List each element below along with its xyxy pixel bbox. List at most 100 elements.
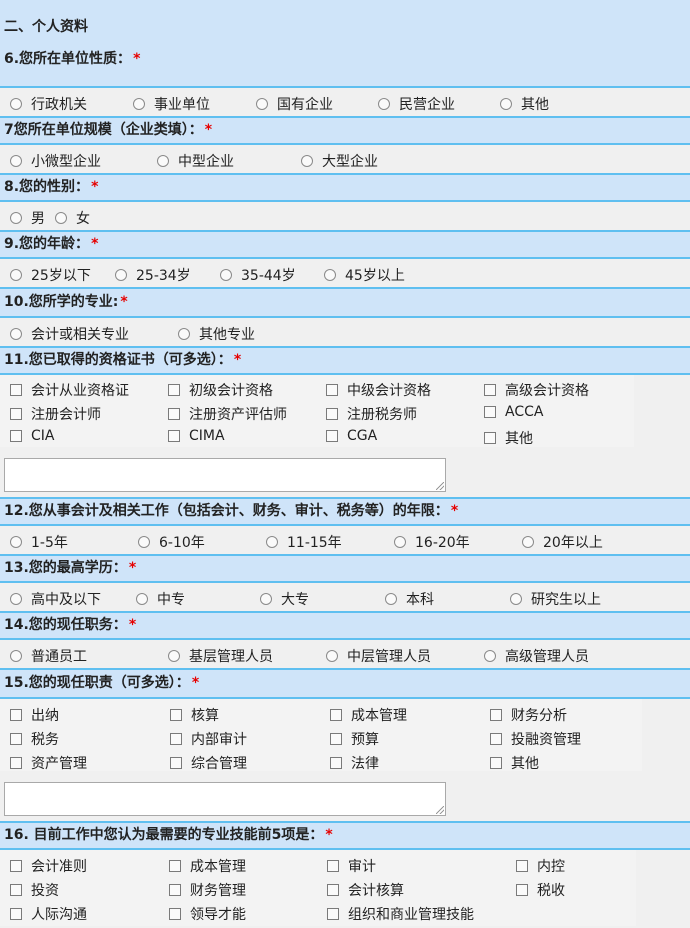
checkbox[interactable] — [170, 733, 182, 745]
radio-option[interactable]: 45岁以上 — [324, 265, 405, 285]
checkbox[interactable] — [516, 884, 528, 896]
radio-option[interactable]: 研究生以上 — [510, 589, 601, 609]
checkbox[interactable] — [326, 430, 338, 442]
checkbox[interactable] — [170, 709, 182, 721]
checkbox-option[interactable]: 初级会计资格 — [168, 380, 273, 400]
checkbox-option[interactable]: 其他 — [484, 428, 533, 448]
radio-button[interactable] — [301, 155, 313, 167]
radio-option[interactable]: 其他 — [500, 94, 549, 114]
checkbox-option[interactable]: 领导才能 — [169, 904, 246, 924]
checkbox[interactable] — [10, 384, 22, 396]
radio-button[interactable] — [522, 536, 534, 548]
resize-handle-icon[interactable] — [436, 482, 444, 490]
radio-button[interactable] — [10, 212, 22, 224]
checkbox-option[interactable]: 内控 — [516, 856, 565, 876]
radio-button[interactable] — [133, 98, 145, 110]
radio-option[interactable]: 本科 — [385, 589, 434, 609]
resize-handle-icon[interactable] — [436, 806, 444, 814]
checkbox[interactable] — [330, 709, 342, 721]
radio-option[interactable]: 11-15年 — [266, 532, 342, 552]
radio-button[interactable] — [378, 98, 390, 110]
checkbox[interactable] — [10, 709, 22, 721]
checkbox[interactable] — [330, 733, 342, 745]
checkbox-option[interactable]: 人际沟通 — [10, 904, 87, 924]
checkbox-option[interactable]: 税务 — [10, 729, 59, 749]
radio-option[interactable]: 普通员工 — [10, 646, 87, 666]
checkbox-option[interactable]: 审计 — [327, 856, 376, 876]
checkbox-option[interactable]: 会计核算 — [327, 880, 404, 900]
radio-option[interactable]: 1-5年 — [10, 532, 68, 552]
checkbox-option[interactable]: 法律 — [330, 753, 379, 773]
radio-button[interactable] — [385, 593, 397, 605]
checkbox[interactable] — [10, 908, 22, 920]
radio-option[interactable]: 国有企业 — [256, 94, 333, 114]
checkbox-option[interactable]: 成本管理 — [169, 856, 246, 876]
radio-option[interactable]: 其他专业 — [178, 324, 255, 344]
checkbox[interactable] — [169, 884, 181, 896]
radio-button[interactable] — [256, 98, 268, 110]
checkbox-option[interactable]: 核算 — [170, 705, 219, 725]
checkbox-option[interactable]: 注册会计师 — [10, 404, 101, 424]
checkbox[interactable] — [484, 432, 496, 444]
radio-button[interactable] — [136, 593, 148, 605]
other-textarea[interactable] — [4, 458, 446, 492]
checkbox-option[interactable]: ACCA — [484, 404, 543, 420]
radio-button[interactable] — [10, 269, 22, 281]
checkbox[interactable] — [484, 406, 496, 418]
checkbox-option[interactable]: 中级会计资格 — [326, 380, 431, 400]
radio-button[interactable] — [10, 536, 22, 548]
checkbox[interactable] — [327, 860, 339, 872]
radio-option[interactable]: 6-10年 — [138, 532, 205, 552]
radio-option[interactable]: 事业单位 — [133, 94, 210, 114]
radio-option[interactable]: 中层管理人员 — [326, 646, 431, 666]
other-textarea[interactable] — [4, 782, 446, 816]
checkbox[interactable] — [10, 860, 22, 872]
checkbox[interactable] — [326, 384, 338, 396]
checkbox-option[interactable]: 其他 — [490, 753, 539, 773]
radio-option[interactable]: 小微型企业 — [10, 151, 101, 171]
checkbox-option[interactable]: 内部审计 — [170, 729, 247, 749]
radio-button[interactable] — [260, 593, 272, 605]
radio-button[interactable] — [324, 269, 336, 281]
radio-option[interactable]: 大型企业 — [301, 151, 378, 171]
radio-button[interactable] — [10, 328, 22, 340]
checkbox-option[interactable]: 财务分析 — [490, 705, 567, 725]
checkbox-option[interactable]: CGA — [326, 428, 377, 444]
checkbox[interactable] — [490, 709, 502, 721]
radio-button[interactable] — [168, 650, 180, 662]
radio-button[interactable] — [138, 536, 150, 548]
checkbox-option[interactable]: 高级会计资格 — [484, 380, 589, 400]
radio-button[interactable] — [394, 536, 406, 548]
radio-option[interactable]: 20年以上 — [522, 532, 603, 552]
radio-option[interactable]: 女 — [55, 208, 90, 228]
radio-button[interactable] — [326, 650, 338, 662]
radio-option[interactable]: 16-20年 — [394, 532, 470, 552]
radio-option[interactable]: 高级管理人员 — [484, 646, 589, 666]
checkbox[interactable] — [10, 733, 22, 745]
radio-button[interactable] — [484, 650, 496, 662]
checkbox-option[interactable]: 税收 — [516, 880, 565, 900]
radio-button[interactable] — [10, 593, 22, 605]
checkbox-option[interactable]: 投资 — [10, 880, 59, 900]
checkbox[interactable] — [490, 733, 502, 745]
radio-button[interactable] — [10, 98, 22, 110]
radio-option[interactable]: 中专 — [136, 589, 185, 609]
checkbox[interactable] — [327, 908, 339, 920]
checkbox-option[interactable]: 出纳 — [10, 705, 59, 725]
checkbox[interactable] — [170, 757, 182, 769]
radio-button[interactable] — [178, 328, 190, 340]
checkbox[interactable] — [168, 384, 180, 396]
checkbox-option[interactable]: CIMA — [168, 428, 225, 444]
checkbox-option[interactable]: 会计从业资格证 — [10, 380, 129, 400]
checkbox-option[interactable]: 综合管理 — [170, 753, 247, 773]
radio-button[interactable] — [115, 269, 127, 281]
checkbox[interactable] — [10, 757, 22, 769]
checkbox-option[interactable]: 投融资管理 — [490, 729, 581, 749]
radio-option[interactable]: 高中及以下 — [10, 589, 101, 609]
radio-option[interactable]: 中型企业 — [157, 151, 234, 171]
checkbox[interactable] — [326, 408, 338, 420]
radio-option[interactable]: 大专 — [260, 589, 309, 609]
checkbox-option[interactable]: CIA — [10, 428, 54, 444]
checkbox[interactable] — [10, 884, 22, 896]
checkbox[interactable] — [327, 884, 339, 896]
